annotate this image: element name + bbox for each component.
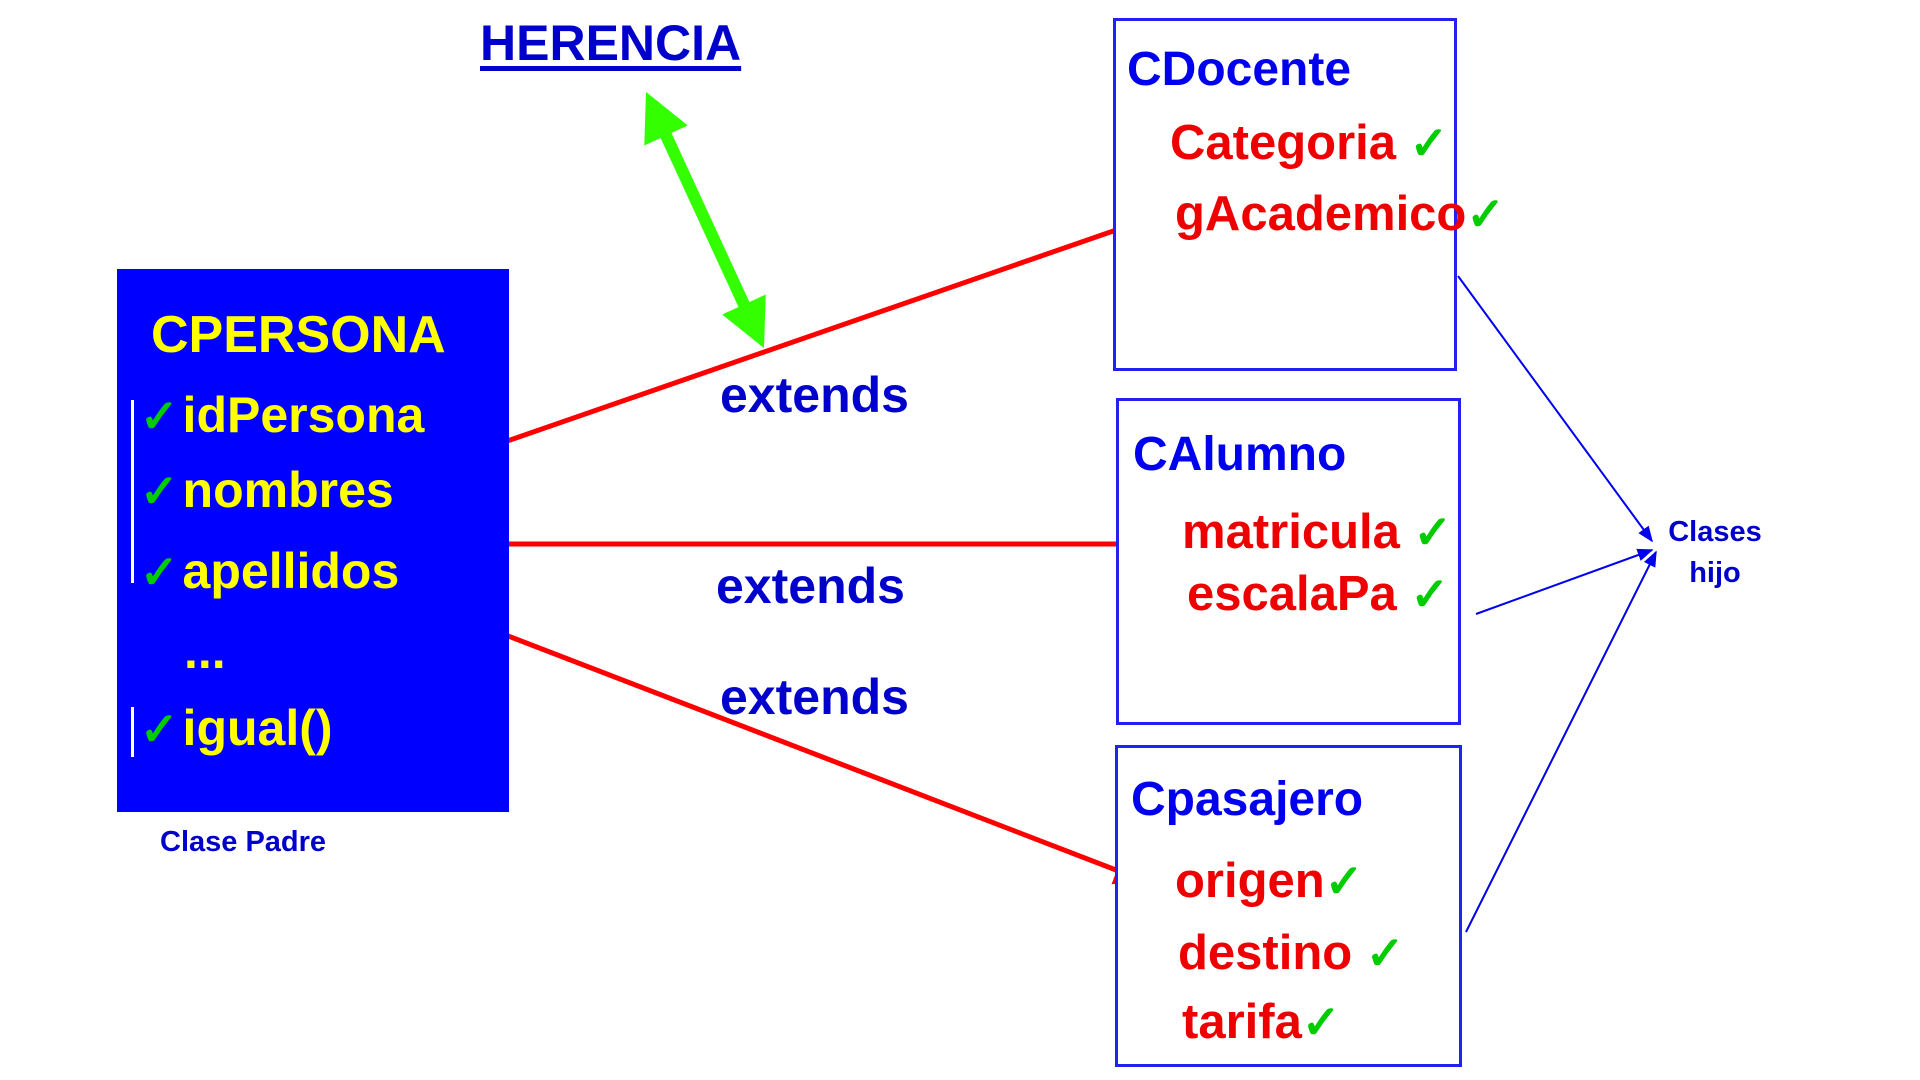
child-attribute-label: origen: [1175, 854, 1325, 908]
attribute-range-line: [131, 400, 134, 583]
child-attribute-label: destino: [1178, 926, 1353, 980]
check-icon: ✓: [1301, 996, 1341, 1048]
check-icon: ✓: [140, 390, 179, 442]
extends-label-alumno: extends: [716, 558, 905, 614]
check-icon: ✓: [1466, 188, 1505, 240]
parent-class-name: CPERSONA: [151, 306, 446, 364]
parent-method-label: igual(): [182, 700, 333, 756]
child-attribute-item: escalaPa ✓: [1187, 566, 1453, 622]
child-attribute-item: tarifa✓: [1182, 994, 1344, 1050]
parent-attribute-label: idPersona: [182, 387, 425, 443]
parent-attribute-item: ✓idPersona: [140, 386, 424, 444]
check-icon: ✓: [140, 703, 179, 755]
child-class-name-docente: CDocente: [1127, 43, 1352, 96]
child-attribute-label: tarifa: [1182, 995, 1302, 1049]
parent-attribute-item: ✓apellidos: [140, 542, 399, 600]
check-icon: ✓: [140, 546, 179, 598]
parent-method-item: ✓igual(): [140, 699, 333, 757]
child-attribute-item: destino ✓: [1178, 925, 1408, 981]
check-icon: ✓: [1413, 506, 1453, 558]
method-range-line: [131, 707, 134, 757]
diagram-title: HERENCIA: [480, 15, 742, 71]
children-caption: Clases hijo: [1668, 516, 1762, 589]
parent-attribute-item: ✓nombres: [140, 461, 394, 519]
child-class-name-alumno: CAlumno: [1133, 428, 1347, 481]
parent-attribute-ellipsis: ...: [184, 623, 226, 679]
extends-label-docente: extends: [720, 367, 909, 423]
extends-arrow-pasajero: [489, 626, 1145, 885]
extends-label-pasajero: extends: [720, 669, 909, 725]
child-attribute-label: Categoria: [1170, 116, 1397, 170]
check-icon: ✓: [1409, 117, 1449, 169]
child-class-name-pasajero: Cpasajero: [1131, 773, 1364, 826]
parent-class-caption: Clase Padre: [160, 826, 327, 858]
parent-attribute-label: apellidos: [182, 543, 400, 599]
check-icon: ✓: [1410, 568, 1449, 620]
child-attribute-label: matricula: [1182, 505, 1400, 559]
child-attribute-item: Categoria ✓: [1170, 115, 1452, 171]
pointer-line-pasajero: [1465, 550, 1657, 933]
parent-attribute-label: nombres: [182, 462, 394, 518]
child-attribute-label: escalaPa: [1187, 567, 1397, 621]
check-icon: ✓: [1324, 855, 1364, 907]
child-attribute-label: gAcademico: [1175, 187, 1467, 241]
pointer-line-docente: [1457, 275, 1653, 543]
child-attribute-item: gAcademico✓: [1175, 186, 1509, 242]
child-attribute-item: origen✓: [1175, 853, 1367, 909]
pointer-line-alumno: [1475, 548, 1654, 615]
check-icon: ✓: [140, 465, 179, 517]
herencia-double-arrow: [644, 91, 766, 349]
child-attribute-item: matricula ✓: [1182, 504, 1456, 560]
check-icon: ✓: [1365, 927, 1405, 979]
